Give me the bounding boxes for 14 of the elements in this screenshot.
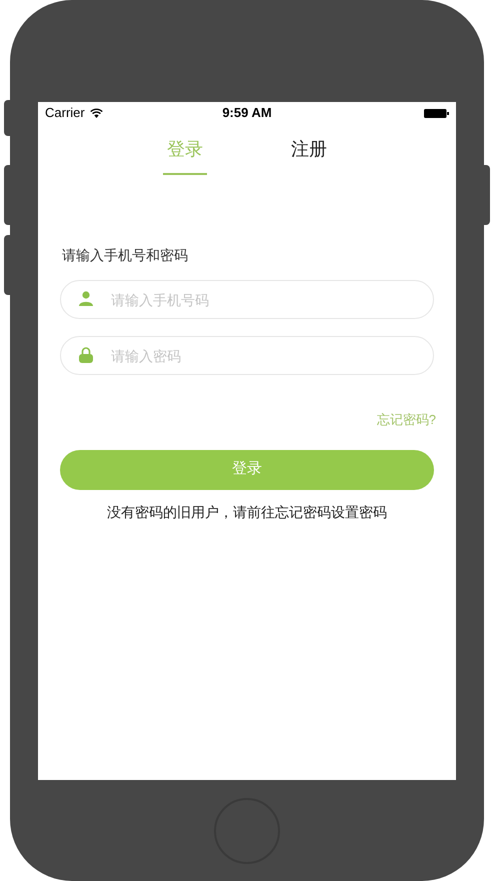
tab[interactable]: 注册 [287,136,331,175]
tab[interactable]: 登录 [163,136,207,175]
forgot-password-link[interactable]: 忘记密码? [376,410,436,430]
lock-icon [78,347,94,363]
wifi-icon [90,108,103,118]
user-icon [78,291,94,306]
input-field[interactable]: 请输入手机号码 [60,280,434,319]
login-prompt: 请输入手机号和密码 [62,246,189,265]
clock-time: 9:59 AM [222,104,272,122]
carrier-label: Carrier [45,104,85,122]
login-button[interactable]: 登录 [60,450,434,490]
old-user-note: 没有密码的旧用户，请前往忘记密码设置密码 [106,502,388,522]
battery-icon [424,108,449,118]
input-field[interactable]: 请输入密码 [60,336,434,375]
